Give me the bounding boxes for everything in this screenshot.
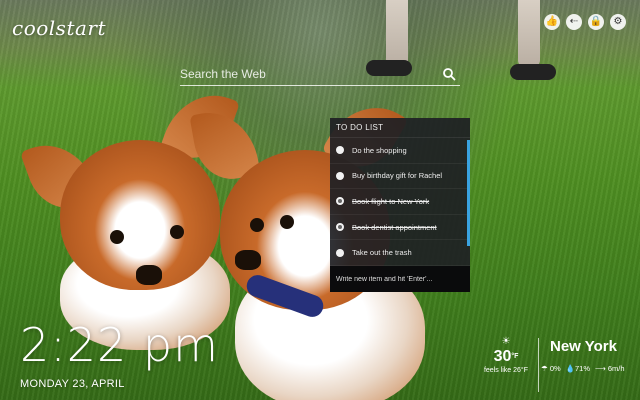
weather-humidity: 💧71% xyxy=(565,364,591,373)
gear-icon[interactable]: ⚙ xyxy=(610,14,626,30)
weather-divider xyxy=(538,338,539,392)
checkbox-checked-icon[interactable] xyxy=(336,223,344,232)
todo-item[interactable]: Do the shopping xyxy=(330,138,470,164)
share-icon[interactable]: ⇠ xyxy=(566,14,582,30)
clock-date: MONDAY 23, APRIL xyxy=(20,378,125,390)
search-input[interactable] xyxy=(180,64,430,84)
header-toolbar: 👍 ⇠ 🔒 ⚙ xyxy=(544,14,626,30)
todo-item-text: Take out the trash xyxy=(352,248,412,258)
todo-panel: TO DO LIST Do the shopping Buy birthday … xyxy=(330,118,470,292)
todo-list: Do the shopping Buy birthday gift for Ra… xyxy=(330,138,470,266)
wind-icon: ⟶ xyxy=(595,364,606,373)
person-leg-left xyxy=(386,0,408,68)
weather-current[interactable]: ☀ 30°F feels like 26°F xyxy=(478,336,534,374)
todo-new-item-input[interactable] xyxy=(330,266,470,292)
checkbox-icon[interactable] xyxy=(336,146,344,155)
thumbs-up-icon[interactable]: 👍 xyxy=(544,14,560,30)
checkbox-icon[interactable] xyxy=(336,248,344,257)
weather-city[interactable]: New York xyxy=(550,338,617,355)
todo-item-completed[interactable]: Book dentist appointment xyxy=(330,215,470,241)
todo-title: TO DO LIST xyxy=(330,118,470,138)
weather-precipitation: ☂ 0% xyxy=(541,364,561,373)
checkbox-icon[interactable] xyxy=(336,171,344,180)
weather-temperature: 30°F xyxy=(493,348,519,365)
todo-item[interactable]: Take out the trash xyxy=(330,240,470,266)
clock-time: 2:22 pm xyxy=(20,318,219,372)
weather-feels-like: feels like 26°F xyxy=(483,367,529,374)
weather-stats: ☂ 0% 💧71% ⟶ 6m/h xyxy=(541,364,625,373)
todo-item-text: Buy birthday gift for Rachel xyxy=(352,171,443,181)
coolstart-logo[interactable]: coolstart xyxy=(12,16,106,40)
todo-item-completed[interactable]: Book flight to New York xyxy=(330,189,470,215)
todo-scrollbar[interactable] xyxy=(467,140,470,246)
search-icon[interactable] xyxy=(442,67,456,81)
lock-icon[interactable]: 🔒 xyxy=(588,14,604,30)
search-bar xyxy=(180,64,460,86)
sun-icon: ☀ xyxy=(501,336,511,347)
person-leg-right xyxy=(518,0,540,68)
person-shoe-right xyxy=(510,64,556,80)
todo-item-text: Do the shopping xyxy=(352,145,407,155)
checkbox-checked-icon[interactable] xyxy=(336,197,344,206)
todo-item-text: Book dentist appointment xyxy=(352,222,437,232)
weather-wind: ⟶ 6m/h xyxy=(595,364,625,373)
todo-item-text: Book flight to New York xyxy=(352,196,430,206)
todo-item[interactable]: Buy birthday gift for Rachel xyxy=(330,164,470,190)
droplet-icon: 💧 xyxy=(565,364,576,373)
umbrella-icon: ☂ xyxy=(541,364,548,373)
